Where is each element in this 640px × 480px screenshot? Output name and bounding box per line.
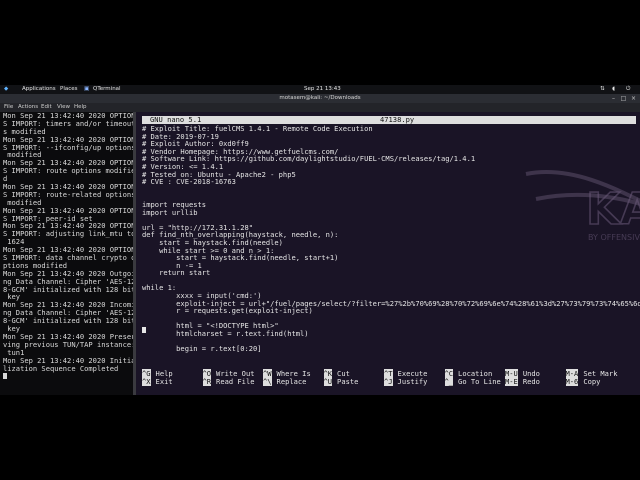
- code-line: import requests: [142, 199, 207, 209]
- minimize-icon[interactable]: –: [610, 95, 617, 102]
- maximize-icon[interactable]: □: [620, 95, 627, 102]
- code-line: n -= 1: [142, 260, 202, 270]
- shortcut-key: ^R: [202, 377, 212, 386]
- letterbox-bottom: [0, 395, 640, 480]
- active-app-label[interactable]: QTerminal: [93, 85, 121, 94]
- shortcut-label: Read File: [216, 377, 255, 386]
- code-line: start = haystack.find(needle, start+1): [142, 253, 339, 263]
- nano-header: GNU nano 5.1 47138.py: [142, 116, 636, 124]
- text-cursor: [142, 327, 146, 333]
- desktop-screen: ◆ Applications Places ▣ QTerminal Sep 21…: [0, 85, 640, 395]
- code-line: htmlcharset = r.text.find(html): [142, 329, 309, 339]
- shortcut-label: Exit: [155, 377, 173, 386]
- code-line: import urllib: [142, 207, 198, 217]
- shortcut-key: M-E: [505, 377, 518, 386]
- shortcut-key: ^\: [263, 377, 272, 386]
- shortcut-item[interactable]: ^_ Go To Line: [444, 377, 501, 386]
- code-line: # CVE : CVE-2018-16763: [142, 177, 236, 187]
- applications-menu[interactable]: Applications: [22, 85, 56, 94]
- menu-help[interactable]: Help: [74, 103, 87, 112]
- menu-bar: File Actions Edit View Help: [0, 103, 640, 112]
- shortcut-key: M-6: [565, 377, 579, 386]
- terminal-cursor: [3, 373, 7, 380]
- menu-edit[interactable]: Edit: [41, 103, 52, 112]
- shortcut-label: Redo: [522, 377, 540, 386]
- close-icon[interactable]: ×: [630, 95, 637, 102]
- kali-menu-icon[interactable]: ◆: [4, 85, 8, 94]
- shortcut-item[interactable]: ^R Read File: [202, 377, 255, 386]
- code-line: begin = r.text[0:20]: [142, 344, 262, 354]
- terminal-output-line: S IMPORT: route options modifie: [3, 166, 133, 176]
- terminal-app-icon[interactable]: ▣: [84, 85, 89, 94]
- terminal-prompt-line[interactable]: [0, 372, 133, 380]
- terminal-output-line: lization Sequence Completed: [3, 363, 119, 373]
- menu-view[interactable]: View: [57, 103, 70, 112]
- shortcut-label: Go To Line: [458, 377, 501, 386]
- terminal-pane-right[interactable]: KALI BY OFFENSIVE SECURITY GNU nano 5.1 …: [136, 112, 640, 395]
- nano-editor-content[interactable]: # Exploit Title: fuelCMS 1.4.1 - Remote …: [142, 125, 640, 354]
- shortcut-item[interactable]: M-6 Copy: [565, 377, 601, 386]
- shortcut-item[interactable]: M-E Redo: [505, 377, 540, 386]
- shortcut-key: ^J: [384, 377, 393, 386]
- top-panel: ◆ Applications Places ▣ QTerminal Sep 21…: [0, 85, 640, 94]
- window-title: motasem@kali: ~/Downloads: [279, 95, 361, 101]
- shortcut-item[interactable]: ^U Paste: [323, 377, 359, 386]
- shortcut-key: ^_: [444, 377, 454, 386]
- nano-version: GNU nano 5.1: [150, 115, 202, 124]
- clock[interactable]: Sep 21 13:43: [304, 85, 341, 94]
- places-menu[interactable]: Places: [60, 85, 78, 94]
- shortcut-label: Copy: [583, 377, 601, 386]
- code-line: return start: [142, 268, 211, 278]
- volume-icon[interactable]: ◖: [612, 85, 615, 94]
- shortcut-label: Replace: [276, 377, 307, 386]
- shortcut-label: Justify: [397, 377, 428, 386]
- shortcut-item[interactable]: ^X Exit: [142, 377, 173, 386]
- code-line: r = requests.get(exploit-inject): [142, 306, 313, 316]
- shortcut-key: ^X: [142, 377, 151, 386]
- terminal-pane-left[interactable]: Mon Sep 21 13:42:40 2020 OPTION S IMPORT:…: [0, 112, 133, 395]
- shortcut-label: Paste: [337, 377, 359, 386]
- menu-file[interactable]: File: [4, 103, 13, 112]
- window-titlebar[interactable]: motasem@kali: ~/Downloads – □ ×: [0, 94, 640, 103]
- shortcut-item[interactable]: ^J Justify: [384, 377, 428, 386]
- menu-actions[interactable]: Actions: [18, 103, 38, 112]
- shortcut-key: ^U: [323, 377, 333, 386]
- network-icon[interactable]: ⇅: [600, 85, 605, 94]
- shortcut-item[interactable]: ^\ Replace: [263, 377, 307, 386]
- nano-filename: 47138.py: [380, 115, 415, 124]
- power-icon[interactable]: ⏻: [626, 85, 630, 94]
